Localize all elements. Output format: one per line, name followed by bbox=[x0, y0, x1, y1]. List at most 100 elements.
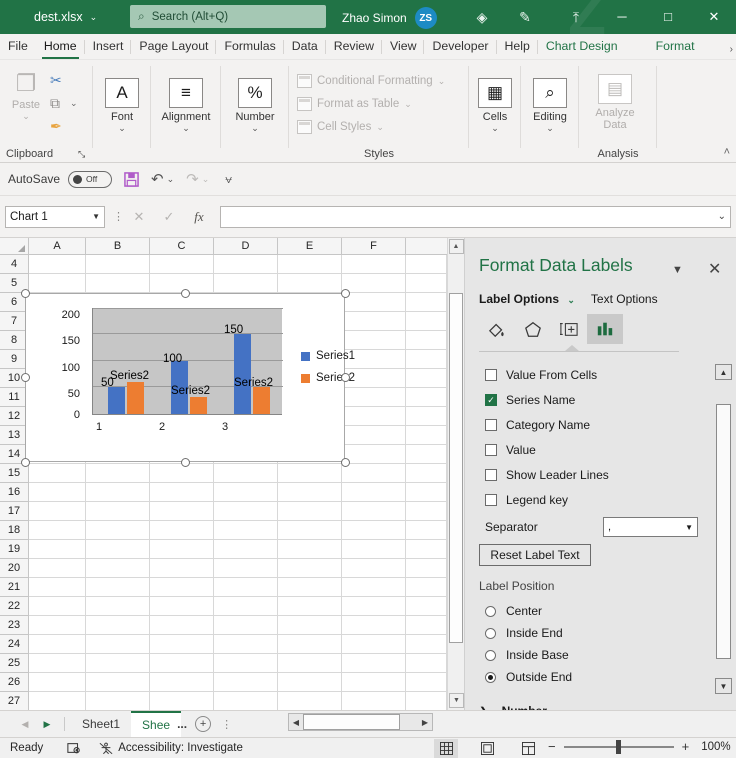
effects-icon[interactable] bbox=[515, 314, 551, 344]
vertical-scrollbar[interactable]: ▲ ▼ bbox=[447, 238, 464, 710]
hscroll-right-arrow[interactable]: ▶ bbox=[418, 714, 432, 730]
sheet-tab-active[interactable]: Shee bbox=[131, 711, 181, 737]
copy-caret-icon[interactable]: ⌄ bbox=[70, 98, 78, 109]
tab-insert[interactable]: Insert bbox=[85, 37, 132, 59]
formula-expand-caret-icon[interactable]: ⌄ bbox=[718, 211, 726, 222]
accessibility-text[interactable]: Accessibility: Investigate bbox=[118, 742, 243, 754]
cell[interactable] bbox=[278, 635, 342, 654]
cell[interactable] bbox=[86, 540, 150, 559]
paste-caret-icon[interactable]: ⌄ bbox=[22, 112, 30, 121]
sheet-bar-more-icon[interactable]: ⋮ bbox=[221, 718, 232, 731]
horizontal-scrollbar[interactable]: ◀ ▶ bbox=[288, 713, 433, 731]
cell[interactable] bbox=[406, 540, 447, 559]
chart-handle-middle-right[interactable] bbox=[341, 373, 350, 382]
cells-button[interactable]: ▦ Cells ⌄ bbox=[466, 78, 524, 133]
checkbox-show-leader-lines[interactable]: Show Leader Lines bbox=[485, 468, 609, 482]
cell[interactable] bbox=[342, 483, 406, 502]
cell[interactable] bbox=[406, 559, 447, 578]
page-break-preview-button[interactable] bbox=[516, 739, 540, 758]
font-button[interactable]: A Font ⌄ bbox=[93, 78, 151, 133]
cell[interactable] bbox=[150, 692, 214, 710]
enter-formula-button[interactable]: ✓ bbox=[154, 209, 184, 225]
cell[interactable] bbox=[86, 521, 150, 540]
cell[interactable] bbox=[214, 521, 278, 540]
cell[interactable] bbox=[342, 407, 406, 426]
cell[interactable] bbox=[406, 464, 447, 483]
cell[interactable] bbox=[86, 654, 150, 673]
zoom-level-label[interactable]: 100% bbox=[701, 741, 730, 753]
cell[interactable] bbox=[214, 692, 278, 710]
cell[interactable] bbox=[406, 255, 447, 274]
column-header-a[interactable]: A bbox=[29, 238, 86, 255]
pane-scroll-down-arrow[interactable]: ▼ bbox=[715, 678, 732, 694]
chart-object[interactable]: 200 150 100 50 0 1 2 3 50 100 150 Series… bbox=[25, 293, 345, 462]
cell[interactable] bbox=[29, 654, 86, 673]
diamond-icon[interactable]: ◈ bbox=[472, 8, 492, 27]
cell[interactable] bbox=[150, 616, 214, 635]
cell[interactable] bbox=[150, 635, 214, 654]
cell[interactable] bbox=[150, 578, 214, 597]
vertical-scrollbar-thumb[interactable] bbox=[449, 293, 463, 643]
cell[interactable] bbox=[29, 464, 86, 483]
autosave-toggle[interactable]: Off bbox=[68, 171, 112, 188]
cell[interactable] bbox=[278, 464, 342, 483]
cell[interactable] bbox=[86, 255, 150, 274]
collapse-ribbon-button[interactable]: ˄ bbox=[724, 146, 730, 158]
tab-home[interactable]: Home bbox=[36, 37, 85, 59]
insert-function-button[interactable]: fx bbox=[184, 209, 214, 225]
cell[interactable] bbox=[86, 502, 150, 521]
cell[interactable] bbox=[342, 274, 406, 293]
row-header-4[interactable]: 4 bbox=[0, 255, 29, 274]
undo-icon[interactable]: ↶ bbox=[151, 170, 164, 188]
pane-scroll-up-arrow[interactable]: ▲ bbox=[715, 364, 732, 380]
avatar[interactable]: ZS bbox=[415, 7, 437, 29]
zoom-slider[interactable] bbox=[564, 746, 674, 748]
redo-caret-icon[interactable]: ⌄ bbox=[202, 174, 210, 185]
chart-handle-top-left[interactable] bbox=[21, 289, 30, 298]
alignment-button[interactable]: ≡ Alignment ⌄ bbox=[157, 78, 215, 133]
copy-icon[interactable]: ⧉ bbox=[50, 95, 60, 112]
cell[interactable] bbox=[214, 616, 278, 635]
cell[interactable] bbox=[150, 464, 214, 483]
format-as-table-button[interactable]: Format as Table ⌄ bbox=[297, 97, 412, 111]
cell[interactable] bbox=[150, 255, 214, 274]
cell[interactable] bbox=[406, 673, 447, 692]
cell[interactable] bbox=[406, 350, 447, 369]
cell[interactable] bbox=[214, 654, 278, 673]
pen-highlight-icon[interactable]: ✎ bbox=[515, 8, 535, 27]
checkbox-legend-key[interactable]: Legend key bbox=[485, 493, 568, 507]
sheet-prev-icon[interactable]: ◀ bbox=[14, 719, 36, 730]
cell[interactable] bbox=[214, 540, 278, 559]
cell[interactable] bbox=[278, 540, 342, 559]
cell[interactable] bbox=[278, 673, 342, 692]
cell[interactable] bbox=[86, 483, 150, 502]
cell[interactable] bbox=[406, 312, 447, 331]
cell[interactable] bbox=[214, 502, 278, 521]
sheet-next-icon[interactable]: ▶ bbox=[36, 719, 58, 730]
cell[interactable] bbox=[29, 597, 86, 616]
cell[interactable] bbox=[406, 293, 447, 312]
pane-scrollbar-thumb[interactable] bbox=[716, 404, 731, 659]
cell[interactable] bbox=[214, 255, 278, 274]
customize-qat-icon[interactable]: ⩝ bbox=[225, 172, 232, 187]
tab-chart-design[interactable]: Chart Design bbox=[538, 37, 626, 59]
accessibility-icon[interactable] bbox=[99, 742, 113, 755]
cell[interactable] bbox=[150, 597, 214, 616]
conditional-formatting-button[interactable]: Conditional Formatting ⌄ bbox=[297, 74, 445, 88]
column-header-g-partial[interactable] bbox=[406, 238, 447, 255]
tab-data[interactable]: Data bbox=[284, 37, 326, 59]
bar-series2-cat2[interactable] bbox=[190, 397, 207, 414]
column-header-c[interactable]: C bbox=[150, 238, 214, 255]
cell[interactable] bbox=[342, 597, 406, 616]
cell[interactable] bbox=[278, 578, 342, 597]
cell-styles-button[interactable]: Cell Styles ⌄ bbox=[297, 120, 384, 134]
ribbon-tab-overflow-icon[interactable]: › bbox=[730, 44, 733, 55]
cell[interactable] bbox=[406, 616, 447, 635]
tab-view[interactable]: View bbox=[382, 37, 424, 59]
cell[interactable] bbox=[278, 483, 342, 502]
cell[interactable] bbox=[29, 521, 86, 540]
fill-line-icon[interactable] bbox=[479, 314, 515, 344]
data-label-series2-cat3[interactable]: Series2 bbox=[234, 377, 273, 389]
cell[interactable] bbox=[150, 483, 214, 502]
cell[interactable] bbox=[29, 578, 86, 597]
